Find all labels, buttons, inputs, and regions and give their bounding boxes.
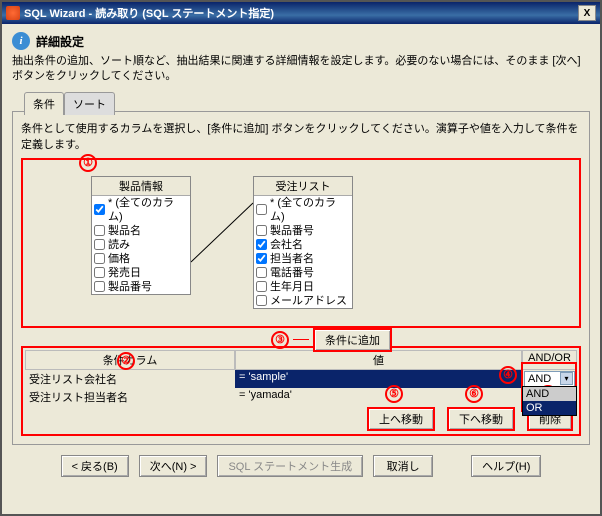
table-title-right: 受注リスト	[254, 177, 352, 196]
dropdown-option-or[interactable]: OR	[523, 401, 576, 415]
col-check[interactable]	[256, 239, 267, 250]
titlebar: SQL Wizard - 読み取り (SQL ステートメント指定) X	[2, 2, 600, 24]
col-check[interactable]	[94, 267, 105, 278]
dropdown-option-and[interactable]: AND	[523, 387, 576, 401]
condition-row[interactable]: 受注リスト会社名 = 'sample' AND ▾ AND OR	[25, 370, 577, 388]
col-label: 発売日	[108, 266, 141, 280]
page-description: 抽出条件の追加、ソート順など、抽出結果に関連する詳細情報を設定します。必要のない…	[12, 54, 590, 85]
col-check[interactable]	[94, 239, 105, 250]
annotation-box-2: ③ 条件に追加 ② 条件カラム 値 AND/OR 受注リスト会社名 = 'sam…	[21, 346, 581, 436]
condition-row[interactable]: 受注リスト担当者名 = 'yamada'	[25, 388, 577, 406]
cond-column-cell: 受注リスト会社名	[25, 370, 235, 388]
close-button[interactable]: X	[578, 5, 596, 21]
callout-2: ②	[117, 352, 135, 370]
page-heading: 詳細設定	[36, 33, 84, 50]
col-label: 会社名	[270, 238, 303, 252]
col-label: 価格	[108, 252, 130, 266]
table-diagram: 製品情報 * (全てのカラム) 製品名 読み 価格 発売日 製品番号 受注リスト…	[29, 168, 573, 318]
table-list-right[interactable]: 受注リスト * (全てのカラム) 製品番号 会社名 担当者名 電話番号 生年月日…	[253, 176, 353, 309]
callout-5: ⑤	[385, 385, 403, 403]
table-title-left: 製品情報	[92, 177, 190, 196]
col-label: * (全てのカラム)	[270, 196, 350, 224]
col-label: 生年月日	[270, 280, 314, 294]
move-down-button[interactable]: 下へ移動	[447, 407, 515, 431]
annotation-box-1: ① 製品情報 * (全てのカラム) 製品名 読み 価格 発売日 製品番号 受注リ…	[21, 158, 581, 328]
back-button[interactable]: < 戻る(B)	[61, 455, 129, 477]
generate-sql-button[interactable]: SQL ステートメント生成	[217, 455, 363, 477]
callout-3: ③	[271, 331, 289, 349]
table-list-left[interactable]: 製品情報 * (全てのカラム) 製品名 読み 価格 発売日 製品番号	[91, 176, 191, 295]
col-label: 担当者名	[270, 252, 314, 266]
col-label: 製品番号	[108, 280, 152, 294]
tab-strip: 条件ソート	[24, 91, 590, 111]
info-icon: i	[12, 32, 30, 50]
col-check[interactable]	[94, 281, 105, 292]
col-label: 製品番号	[270, 224, 314, 238]
col-check[interactable]	[256, 253, 267, 264]
tab-sort[interactable]: ソート	[64, 92, 115, 115]
col-label: 読み	[108, 238, 130, 252]
col-check[interactable]	[256, 204, 267, 215]
col-check[interactable]	[256, 295, 267, 306]
header-value: 値	[235, 350, 522, 370]
callout-4: ④	[499, 366, 517, 384]
panel-instruction: 条件として使用するカラムを選択し、[条件に追加] ボタンをクリックしてください。…	[21, 120, 581, 152]
condition-grid-header: 条件カラム 値 AND/OR	[25, 350, 577, 370]
col-label: 電話番号	[270, 266, 314, 280]
callout-6: ⑥	[465, 385, 483, 403]
tab-panel: 条件として使用するカラムを選択し、[条件に追加] ボタンをクリックしてください。…	[12, 111, 590, 445]
content-area: i 詳細設定 抽出条件の追加、ソート順など、抽出結果に関連する詳細情報を設定しま…	[2, 24, 600, 489]
cancel-button[interactable]: 取消し	[373, 455, 433, 477]
app-icon	[6, 6, 20, 20]
col-check[interactable]	[94, 253, 105, 264]
col-label: * (全てのカラム)	[108, 196, 188, 224]
wizard-button-bar: < 戻る(B) 次へ(N) > SQL ステートメント生成 取消し ヘルプ(H)	[12, 445, 590, 481]
add-condition-button[interactable]: 条件に追加	[313, 328, 392, 352]
move-up-button[interactable]: 上へ移動	[367, 407, 435, 431]
window-title: SQL Wizard - 読み取り (SQL ステートメント指定)	[24, 5, 578, 21]
help-button[interactable]: ヘルプ(H)	[471, 455, 541, 477]
col-check[interactable]	[94, 225, 105, 236]
col-check[interactable]	[256, 225, 267, 236]
cond-column-cell: 受注リスト担当者名	[25, 388, 235, 406]
callout-arrow	[293, 339, 309, 340]
andor-dropdown[interactable]: AND OR	[522, 386, 577, 416]
col-check[interactable]	[256, 267, 267, 278]
col-check[interactable]	[256, 281, 267, 292]
col-check[interactable]	[94, 204, 105, 215]
tab-conditions[interactable]: 条件	[24, 92, 64, 115]
wizard-window: SQL Wizard - 読み取り (SQL ステートメント指定) X i 詳細…	[0, 0, 602, 516]
col-label: 製品名	[108, 224, 141, 238]
col-label: メールアドレス	[270, 294, 347, 308]
next-button[interactable]: 次へ(N) >	[139, 455, 208, 477]
